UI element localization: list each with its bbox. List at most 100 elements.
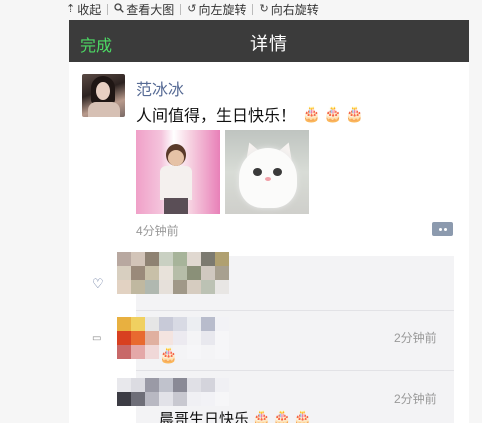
avatar-face [96,82,110,100]
toolbar-divider [107,3,109,15]
mosaic-cell [173,317,187,331]
mosaic-cell [201,252,215,266]
photo-cat-eye-right [273,168,282,176]
mosaic-cell [159,266,173,280]
comment-2-time: 2分钟前 [394,392,437,406]
post-text: 人间值得，生日快乐！ 🎂 🎂 🎂 [136,102,364,126]
mosaic-cell [131,317,145,331]
mosaic-cell [131,266,145,280]
rotate-left-button[interactable]: ↺ 向左旋转 [187,1,246,18]
author-name[interactable]: 范冰冰 [136,76,184,100]
mosaic-cell [173,280,187,294]
toolbar-divider [180,3,182,15]
mosaic-cell [173,331,187,345]
cake-emoji: 🎂 [293,410,313,423]
rotate-right-button[interactable]: ↻ 向右旋转 [259,1,318,18]
mosaic-cell [159,317,173,331]
cake-emoji: 🎂 [345,105,365,123]
photo-kid-face [168,150,184,166]
mosaic-cell [159,280,173,294]
mosaic-cell [187,392,201,406]
cake-emoji: 🎂 [252,410,271,423]
mosaic-cell [117,345,131,359]
mosaic-cell [215,378,229,392]
mosaic-cell [201,345,215,359]
rotate-left-icon: ↺ [187,2,197,15]
mosaic-cell [201,392,215,406]
mosaic-cell [117,280,131,294]
page-title: 详情 [250,34,288,54]
comment-2-content: 晨哥生日快乐 [159,411,250,423]
collapse-label: 收起 [77,2,102,17]
cake-emoji: 🎂 [302,105,321,123]
view-large-button[interactable]: 查看大图 [114,1,174,18]
likes-mosaic [117,252,229,294]
magnifier-icon [114,2,125,16]
mosaic-cell [215,331,229,345]
mosaic-cell [173,392,187,406]
cake-emoji-group: 🎂 🎂 🎂 [252,411,312,423]
rotate-right-label: 向右旋转 [270,2,319,17]
mosaic-cell [117,317,131,331]
image-viewer-toolbar: ⇡ 收起 查看大图 ↺ 向左旋转 ↻ 向右旋转 [66,0,319,18]
mosaic-cell [187,378,201,392]
mosaic-cell [159,378,173,392]
mosaic-cell [187,317,201,331]
comment-2-text: 晨哥生日快乐 🎂 🎂 🎂 [159,408,312,423]
collapse-button[interactable]: ⇡ 收起 [66,1,101,18]
comment-action-button[interactable] [432,222,453,236]
more-dot [438,227,442,231]
photo-cat-nose [265,177,271,181]
mosaic-cell [145,345,159,359]
mosaic-cell [159,252,173,266]
mosaic-cell [117,378,131,392]
post-text-content: 人间值得，生日快乐！ [136,108,297,125]
heart-icon: ♡ [92,276,104,291]
mosaic-cell [131,345,145,359]
comment-2-mosaic [117,378,229,406]
mosaic-cell [215,317,229,331]
mosaic-cell [173,252,187,266]
mosaic-cell [187,331,201,345]
toolbar-divider [252,3,254,15]
mosaic-cell [131,252,145,266]
post-photo-cat[interactable] [225,130,309,214]
mosaic-cell [201,280,215,294]
mosaic-cell [215,345,229,359]
mosaic-cell [131,378,145,392]
mosaic-cell [173,378,187,392]
moments-detail-screen: 完成 详情 范冰冰 人间值得，生日快乐！ 🎂 🎂 🎂 4分钟前 ♡ ▭ 2分钟前… [69,20,469,423]
mosaic-cell [215,252,229,266]
view-large-label: 查看大图 [126,2,175,17]
mosaic-cell [187,266,201,280]
mosaic-cell [117,392,131,406]
mosaic-cell [201,317,215,331]
mosaic-cell [215,280,229,294]
mosaic-cell [145,331,159,345]
rotate-left-label: 向左旋转 [198,2,247,17]
nav-bar: 完成 详情 [69,20,469,62]
mosaic-cell [145,317,159,331]
cake-emoji: 🎂 [272,410,292,423]
mosaic-cell [215,392,229,406]
mosaic-cell [117,252,131,266]
mosaic-cell [201,331,215,345]
mosaic-cell [187,252,201,266]
mosaic-cell [173,266,187,280]
post-photo-kid[interactable] [136,130,220,214]
cake-emoji-group: 🎂 🎂 🎂 [302,107,364,122]
comment-bubble-icon: ▭ [92,333,102,344]
mosaic-cell [215,266,229,280]
mosaic-cell [117,331,131,345]
photo-cat-eye-left [253,168,262,176]
mosaic-cell [131,280,145,294]
cake-emoji: 🎂 [159,347,178,364]
mosaic-cell [159,331,173,345]
avatar[interactable] [82,74,125,117]
photo-kid-shirt [160,166,192,200]
comment-1-time: 2分钟前 [394,331,437,345]
mosaic-cell [201,378,215,392]
mosaic-cell [145,280,159,294]
mosaic-cell [117,266,131,280]
mosaic-cell [201,266,215,280]
